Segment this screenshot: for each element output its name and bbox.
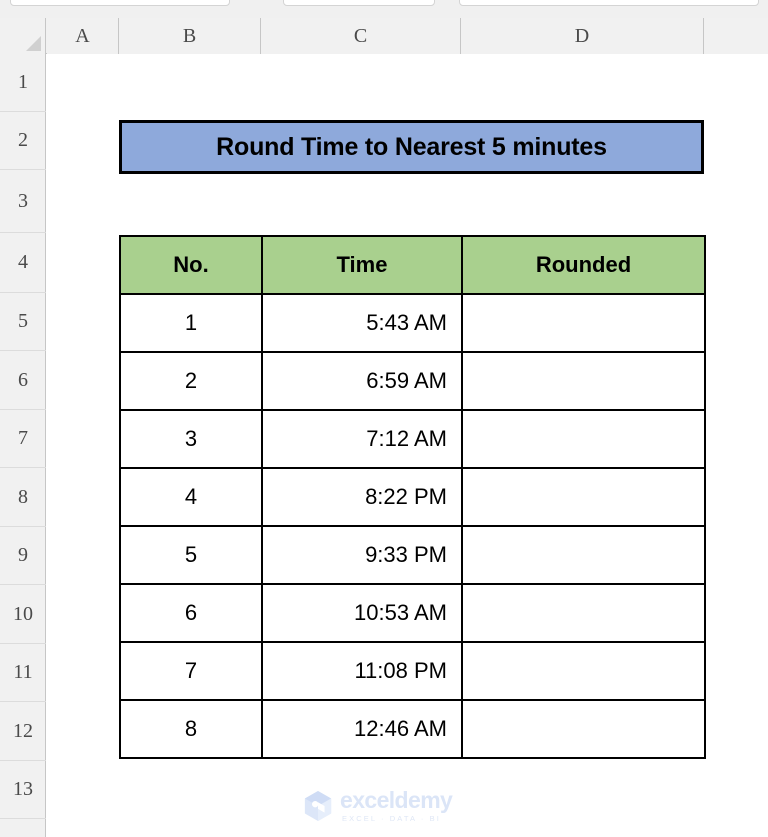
cell-no[interactable]: 8 bbox=[119, 699, 263, 759]
column-header-time[interactable]: Time bbox=[261, 235, 463, 295]
cell-no[interactable]: 3 bbox=[119, 409, 263, 469]
cell-no[interactable]: 6 bbox=[119, 583, 263, 643]
column-header-d[interactable]: D bbox=[461, 18, 704, 54]
cell-no[interactable]: 5 bbox=[119, 525, 263, 585]
table-body: 1 5:43 AM 2 6:59 AM 3 7:12 AM 4 8:22 PM … bbox=[119, 293, 706, 759]
column-header-b[interactable]: B bbox=[119, 18, 261, 54]
cell-rounded[interactable] bbox=[461, 641, 706, 701]
cell-time[interactable]: 6:59 AM bbox=[261, 351, 463, 411]
table-row: 4 8:22 PM bbox=[119, 467, 706, 527]
cell-rounded[interactable] bbox=[461, 293, 706, 353]
row-header-9[interactable]: 9 bbox=[0, 527, 46, 585]
row-header-5[interactable]: 5 bbox=[0, 293, 46, 351]
column-header-e-partial[interactable] bbox=[704, 18, 768, 54]
table-row: 3 7:12 AM bbox=[119, 409, 706, 469]
select-all-triangle-icon bbox=[26, 36, 41, 51]
cell-rounded[interactable] bbox=[461, 467, 706, 527]
row-header-13[interactable]: 13 bbox=[0, 761, 46, 819]
row-header-8[interactable]: 8 bbox=[0, 468, 46, 527]
table-row: 2 6:59 AM bbox=[119, 351, 706, 411]
row-header-column: 1 2 3 4 5 6 7 8 9 10 11 12 13 bbox=[0, 54, 46, 837]
ribbon-remnant-strip bbox=[0, 0, 768, 18]
cell-no[interactable]: 4 bbox=[119, 467, 263, 527]
cell-no[interactable]: 2 bbox=[119, 351, 263, 411]
cell-time[interactable]: 10:53 AM bbox=[261, 583, 463, 643]
cell-no[interactable]: 7 bbox=[119, 641, 263, 701]
table-row: 5 9:33 PM bbox=[119, 525, 706, 585]
ribbon-control-middle[interactable] bbox=[283, 0, 435, 6]
cell-rounded[interactable] bbox=[461, 351, 706, 411]
row-header-6[interactable]: 6 bbox=[0, 351, 46, 410]
cell-time[interactable]: 7:12 AM bbox=[261, 409, 463, 469]
table-row: 6 10:53 AM bbox=[119, 583, 706, 643]
column-header-a[interactable]: A bbox=[47, 18, 119, 54]
cell-time[interactable]: 11:08 PM bbox=[261, 641, 463, 701]
cell-rounded[interactable] bbox=[461, 699, 706, 759]
cell-rounded[interactable] bbox=[461, 525, 706, 585]
row-header-7[interactable]: 7 bbox=[0, 410, 46, 468]
column-header-band: A B C D bbox=[0, 18, 768, 54]
table-row: 1 5:43 AM bbox=[119, 293, 706, 353]
select-all-corner[interactable] bbox=[0, 18, 46, 54]
cell-rounded[interactable] bbox=[461, 409, 706, 469]
cell-no[interactable]: 1 bbox=[119, 293, 263, 353]
data-table: No. Time Rounded 1 5:43 AM 2 6:59 AM 3 7… bbox=[119, 235, 706, 759]
page-title[interactable]: Round Time to Nearest 5 minutes bbox=[119, 120, 704, 174]
cell-rounded[interactable] bbox=[461, 583, 706, 643]
row-header-4[interactable]: 4 bbox=[0, 233, 46, 293]
cell-time[interactable]: 8:22 PM bbox=[261, 467, 463, 527]
row-header-3[interactable]: 3 bbox=[0, 170, 46, 233]
column-header-no[interactable]: No. bbox=[119, 235, 263, 295]
row-header-2[interactable]: 2 bbox=[0, 112, 46, 170]
column-header-c[interactable]: C bbox=[261, 18, 461, 54]
table-row: 8 12:46 AM bbox=[119, 699, 706, 759]
table-row: 7 11:08 PM bbox=[119, 641, 706, 701]
ribbon-control-left[interactable] bbox=[10, 0, 230, 6]
row-header-12[interactable]: 12 bbox=[0, 702, 46, 761]
row-header-1[interactable]: 1 bbox=[0, 54, 46, 112]
table-header-row: No. Time Rounded bbox=[119, 235, 706, 295]
row-header-11[interactable]: 11 bbox=[0, 644, 46, 702]
excel-worksheet: A B C D 1 2 3 4 5 6 7 8 9 10 11 12 13 Ro… bbox=[0, 0, 768, 837]
cell-time[interactable]: 9:33 PM bbox=[261, 525, 463, 585]
column-header-rounded[interactable]: Rounded bbox=[461, 235, 706, 295]
cell-time[interactable]: 12:46 AM bbox=[261, 699, 463, 759]
cell-time[interactable]: 5:43 AM bbox=[261, 293, 463, 353]
ribbon-control-right[interactable] bbox=[459, 0, 759, 6]
row-header-10[interactable]: 10 bbox=[0, 585, 46, 644]
